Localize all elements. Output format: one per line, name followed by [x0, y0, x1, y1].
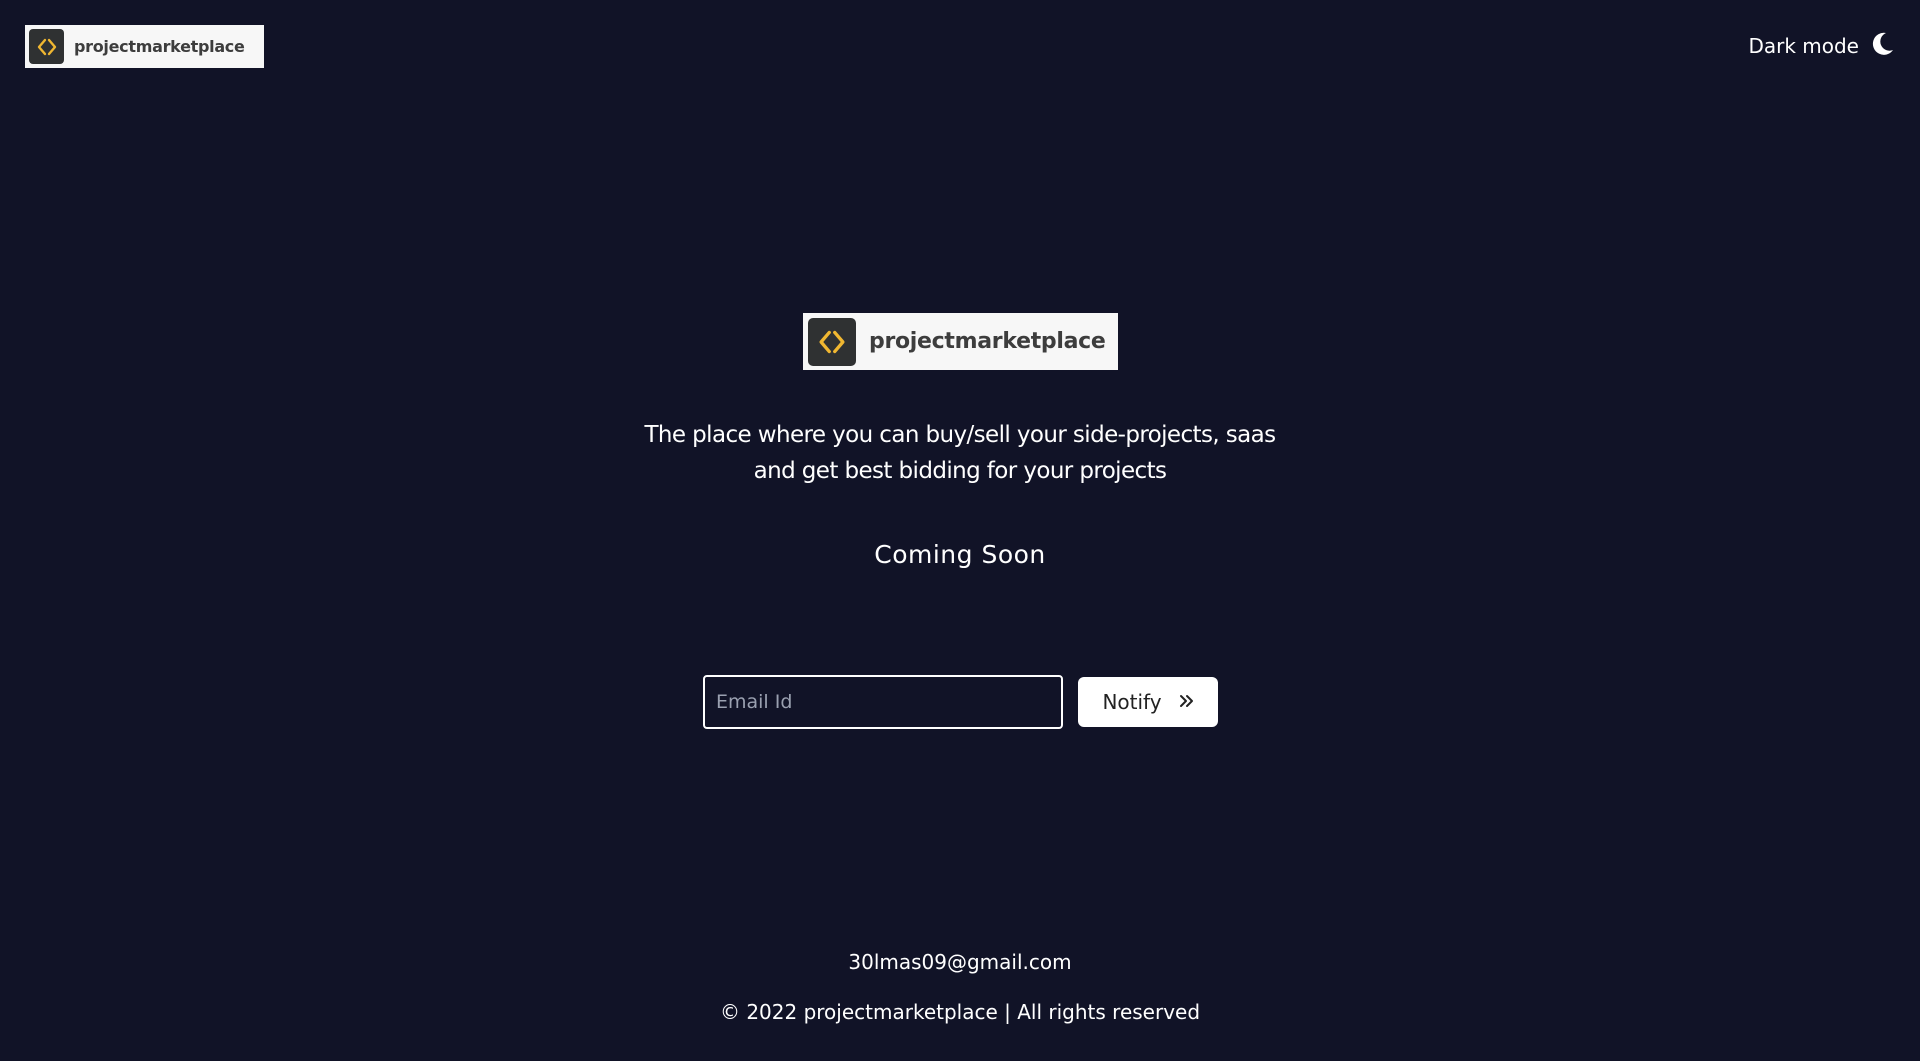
code-brackets-icon	[29, 29, 64, 64]
hero-logo-text: projectmarketplace	[869, 329, 1106, 354]
code-brackets-icon	[808, 317, 856, 366]
dark-mode-toggle[interactable]: Dark mode	[1748, 28, 1895, 64]
tagline-line-1: The place where you can buy/sell your si…	[644, 422, 1276, 448]
dark-mode-label: Dark mode	[1748, 34, 1859, 58]
moon-icon[interactable]	[1869, 31, 1895, 61]
footer-copyright: © 2022 projectmarketplace | All rights r…	[719, 1000, 1201, 1024]
header-logo[interactable]: projectmarketplace	[25, 25, 264, 68]
notify-label: Notify	[1102, 690, 1162, 714]
email-input[interactable]	[703, 675, 1063, 729]
hero-logo: projectmarketplace	[803, 313, 1118, 370]
header-logo-text: projectmarketplace	[74, 37, 245, 56]
tagline: The place where you can buy/sell your si…	[560, 417, 1360, 489]
double-chevron-right-icon	[1178, 690, 1194, 714]
footer-contact-email[interactable]: 30lmas09@gmail.com	[660, 950, 1260, 974]
notify-button[interactable]: Notify	[1078, 677, 1218, 727]
coming-soon-heading: Coming Soon	[874, 540, 1046, 569]
tagline-line-2: and get best bidding for your projects	[753, 458, 1167, 484]
page: projectmarketplace Dark mode projectmark…	[0, 0, 1920, 1061]
